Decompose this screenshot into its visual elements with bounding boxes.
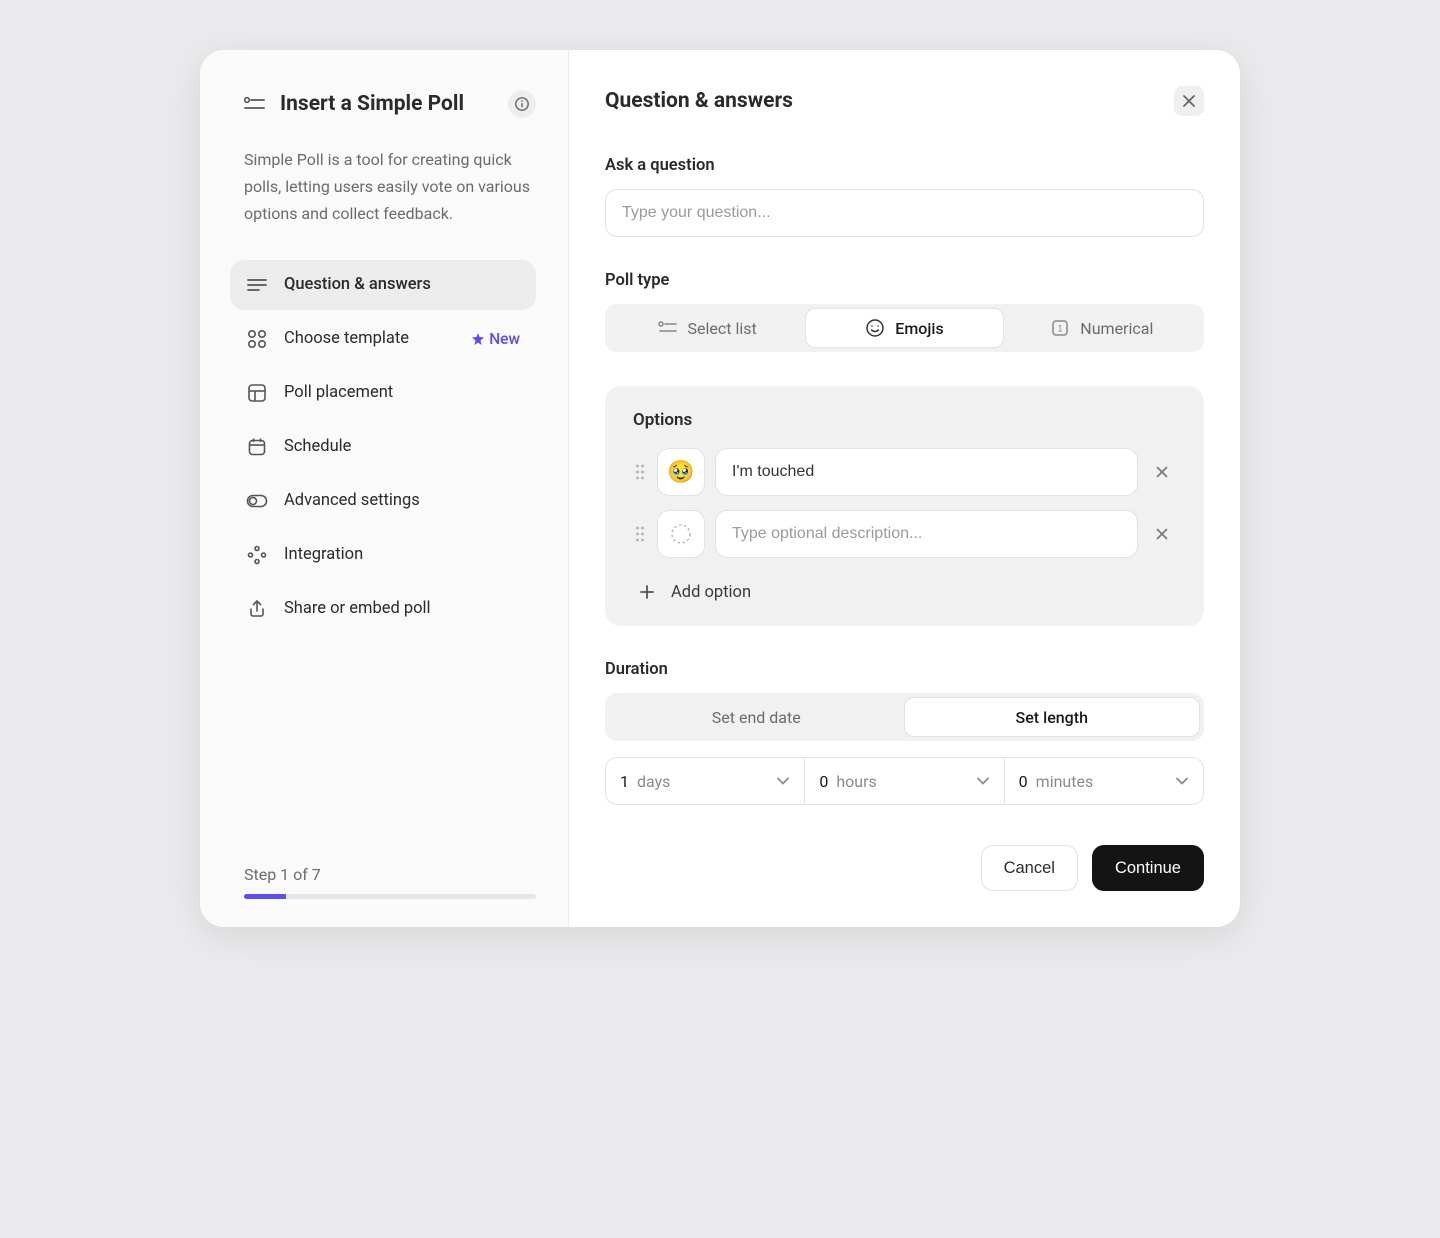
ask-question-section: Ask a question (605, 156, 1204, 237)
smile-icon (865, 318, 885, 338)
poll-type-numerical[interactable]: 1 Numerical (1004, 308, 1200, 348)
add-option-label: Add option (671, 583, 751, 602)
poll-type-emojis[interactable]: Emojis (805, 308, 1003, 348)
option-row: 🥹 (633, 448, 1176, 496)
grid-icon (246, 328, 268, 350)
duration-value: 0 (819, 772, 828, 791)
nav-label: Poll placement (284, 383, 520, 402)
duration-unit: minutes (1036, 772, 1167, 791)
emoji-picker[interactable]: 🥹 (657, 448, 705, 496)
poll-type-section: Poll type Select list Emojis 1 (605, 271, 1204, 352)
remove-option-button[interactable] (1148, 458, 1176, 486)
sidebar-title: Insert a Simple Poll (280, 92, 494, 116)
duration-tab-end-date[interactable]: Set end date (609, 697, 904, 737)
progress-fill (244, 894, 286, 899)
nav-label: Advanced settings (284, 491, 520, 510)
duration-value: 1 (620, 772, 629, 791)
svg-text:1: 1 (1058, 324, 1063, 334)
poll-modal: Insert a Simple Poll Simple Poll is a to… (200, 50, 1240, 927)
seg-label: Numerical (1080, 319, 1153, 338)
add-option-button[interactable]: Add option (633, 572, 1176, 602)
sidebar-description: Simple Poll is a tool for creating quick… (244, 146, 536, 228)
list-icon (658, 318, 678, 338)
duration-hours-select[interactable]: 0 hours (805, 758, 1004, 804)
share-icon (246, 598, 268, 620)
duration-days-select[interactable]: 1 days (606, 758, 805, 804)
main-panel: Question & answers Ask a question Poll t… (568, 50, 1240, 927)
nav-label: Question & answers (284, 275, 520, 294)
duration-section: Duration Set end date Set length 1 days … (605, 660, 1204, 805)
new-badge: New (471, 330, 520, 348)
nav-label: Share or embed poll (284, 599, 520, 618)
duration-unit: days (637, 772, 768, 791)
cancel-button[interactable]: Cancel (981, 845, 1078, 891)
nav-label: Choose template (284, 329, 455, 348)
emoji-placeholder-icon (670, 523, 692, 545)
chevron-down-icon (1175, 777, 1189, 785)
lines-icon (246, 274, 268, 296)
nav-integration[interactable]: Integration (230, 530, 536, 580)
nav-label: Integration (284, 545, 520, 564)
toggle-icon (246, 490, 268, 512)
duration-tabs: Set end date Set length (605, 693, 1204, 741)
info-button[interactable] (508, 90, 536, 118)
close-icon (1156, 528, 1168, 540)
duration-unit: hours (836, 772, 967, 791)
sidebar-footer: Step 1 of 7 (244, 825, 536, 899)
chevron-down-icon (976, 777, 990, 785)
option-description-input[interactable] (715, 448, 1138, 496)
sidebar: Insert a Simple Poll Simple Poll is a to… (200, 50, 568, 927)
nav-label: Schedule (284, 437, 520, 456)
number-icon: 1 (1050, 318, 1070, 338)
nav-share-embed[interactable]: Share or embed poll (230, 584, 536, 634)
panel-title: Question & answers (605, 89, 793, 113)
chevron-down-icon (776, 777, 790, 785)
nav-poll-placement[interactable]: Poll placement (230, 368, 536, 418)
progress-bar (244, 894, 536, 899)
seg-label: Select list (688, 319, 757, 338)
remove-option-button[interactable] (1148, 520, 1176, 548)
sidebar-nav: Question & answers Choose template New P… (230, 260, 536, 634)
drag-handle-icon[interactable] (633, 525, 647, 543)
nav-choose-template[interactable]: Choose template New (230, 314, 536, 364)
option-row (633, 510, 1176, 558)
tab-label: Set length (1016, 708, 1088, 727)
option-description-input[interactable] (715, 510, 1138, 558)
plus-icon (637, 582, 657, 602)
question-input[interactable] (605, 189, 1204, 237)
emoji-picker[interactable] (657, 510, 705, 558)
ask-question-label: Ask a question (605, 156, 1204, 175)
tab-label: Set end date (712, 708, 801, 727)
options-panel: Options 🥹 (605, 386, 1204, 626)
calendar-icon (246, 436, 268, 458)
duration-value: 0 (1019, 772, 1028, 791)
poll-type-label: Poll type (605, 271, 1204, 290)
continue-button[interactable]: Continue (1092, 845, 1204, 891)
nav-question-answers[interactable]: Question & answers (230, 260, 536, 310)
poll-icon (244, 93, 266, 115)
close-button[interactable] (1174, 86, 1204, 116)
poll-type-segmented: Select list Emojis 1 Numerical (605, 304, 1204, 352)
duration-values: 1 days 0 hours 0 minutes (605, 757, 1204, 805)
emoji-value: 🥹 (667, 460, 694, 485)
layout-icon (246, 382, 268, 404)
nav-schedule[interactable]: Schedule (230, 422, 536, 472)
duration-minutes-select[interactable]: 0 minutes (1005, 758, 1203, 804)
nav-advanced-settings[interactable]: Advanced settings (230, 476, 536, 526)
nodes-icon (246, 544, 268, 566)
close-icon (1182, 94, 1196, 108)
options-title: Options (633, 410, 1176, 430)
duration-label: Duration (605, 660, 1204, 679)
close-icon (1156, 466, 1168, 478)
duration-tab-set-length[interactable]: Set length (904, 697, 1201, 737)
drag-handle-icon[interactable] (633, 463, 647, 481)
poll-type-select-list[interactable]: Select list (609, 308, 805, 348)
seg-label: Emojis (895, 319, 943, 338)
panel-footer: Cancel Continue (605, 805, 1204, 891)
options-section: Options 🥹 (605, 386, 1204, 626)
step-indicator: Step 1 of 7 (244, 865, 536, 884)
